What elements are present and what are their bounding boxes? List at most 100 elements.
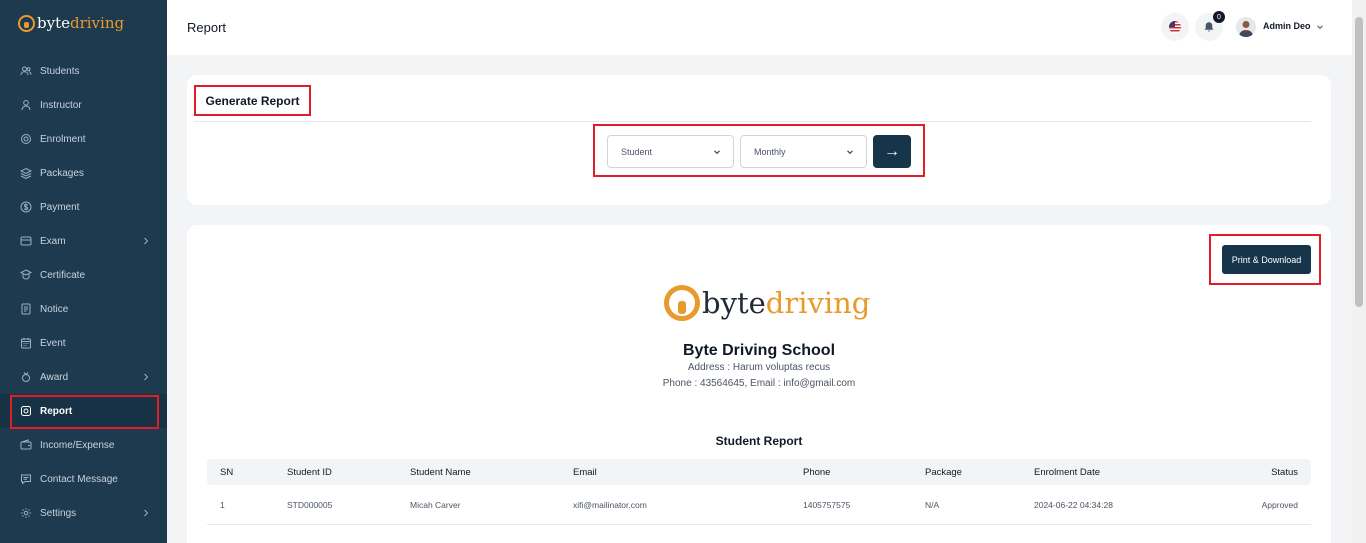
sidebar-item-label: Exam [40, 235, 66, 247]
bell-icon [1204, 22, 1214, 32]
sidebar-item-award[interactable]: Award [0, 360, 167, 394]
report-title: Student Report [715, 434, 803, 448]
column-header: SN [220, 467, 234, 478]
certificate-icon [20, 269, 32, 281]
table-cell: N/A [925, 500, 940, 510]
chevron-right-icon [144, 237, 149, 245]
generate-report-card: Generate Report Student Monthly → [187, 75, 1331, 205]
sidebar-item-instructor[interactable]: Instructor [0, 88, 167, 122]
report-type-value: Student [621, 146, 653, 157]
wallet-icon [20, 439, 32, 451]
print-download-button[interactable]: Print & Download [1222, 245, 1311, 274]
brand-text-driving: driving [69, 14, 125, 32]
sidebar-item-label: Enrolment [40, 133, 86, 145]
dollar-icon [20, 201, 32, 213]
generate-submit-button[interactable]: → [873, 135, 911, 168]
sidebar-item-event[interactable]: Event [0, 326, 167, 360]
sidebar-item-label: Income/Expense [40, 439, 115, 451]
sidebar-item-label: Instructor [40, 99, 82, 111]
table-cell: 1405757575 [803, 500, 851, 510]
arrow-right-icon: → [884, 142, 900, 160]
chevron-down-icon [847, 150, 853, 155]
report-icon [20, 405, 32, 417]
enrolment-icon [20, 133, 32, 145]
report-card: Print & Download byte driving Byte Drivin… [187, 225, 1331, 543]
sidebar-item-label: Contact Message [40, 473, 118, 485]
language-selector[interactable] [1161, 13, 1189, 41]
page-title: Report [187, 20, 227, 35]
sidebar-item-payment[interactable]: Payment [0, 190, 167, 224]
sidebar-item-label: Notice [40, 303, 69, 315]
divider [194, 121, 1311, 122]
gear-icon [20, 507, 32, 519]
chevron-right-icon [144, 509, 149, 517]
print-area: Print & Download [1209, 234, 1321, 285]
chevron-down-icon[interactable] [1316, 23, 1324, 31]
report-period-select[interactable]: Monthly [740, 135, 867, 168]
table-cell: STD000005 [287, 500, 333, 510]
column-header: Student Name [410, 467, 471, 478]
calendar-icon [20, 337, 32, 349]
column-header: Student ID [287, 467, 332, 478]
sidebar-item-enrolment[interactable]: Enrolment [0, 122, 167, 156]
report-type-select[interactable]: Student [607, 135, 734, 168]
column-header: Package [925, 467, 962, 478]
table-cell: Micah Carver [410, 500, 461, 510]
sidebar-item-label: Packages [40, 167, 84, 179]
sidebar-nav: Students Instructor Enrolment Packages P… [0, 54, 167, 530]
brand-text-byte: byte [37, 14, 70, 32]
sidebar-item-contact-message[interactable]: Contact Message [0, 462, 167, 496]
sidebar-item-label: Award [40, 371, 69, 383]
chevron-right-icon [144, 373, 149, 381]
steering-wheel-icon [18, 14, 35, 32]
us-flag-icon [1169, 21, 1181, 33]
sidebar-item-label: Settings [40, 507, 77, 519]
sidebar-item-label: Students [40, 65, 80, 77]
column-header: Status [1271, 467, 1298, 478]
school-address: Address : Harum voluptas recus [687, 362, 831, 373]
users-icon [20, 65, 32, 77]
table-header: SN Student ID Student Name Email Phone P… [207, 459, 1311, 485]
notification-count-badge: 0 [1213, 11, 1225, 23]
message-icon [20, 473, 32, 485]
sidebar: byte driving Students Instructor Enrolmen… [0, 0, 167, 543]
column-header: Phone [803, 467, 831, 478]
sidebar-item-notice[interactable]: Notice [0, 292, 167, 326]
user-icon [20, 99, 32, 111]
exam-icon [20, 235, 32, 247]
generate-report-title: Generate Report [194, 85, 311, 116]
table-row: 1 STD000005 Micah Carver xifi@mailinator… [207, 485, 1311, 525]
column-header: Enrolment Date [1034, 467, 1101, 478]
report-period-value: Monthly [754, 146, 786, 157]
page-scrollbar[interactable] [1352, 0, 1366, 543]
brand-logo[interactable]: byte driving [18, 14, 124, 32]
top-header: Report 0 Admin Deo [167, 0, 1352, 55]
award-icon [20, 371, 32, 383]
school-name: Byte Driving School [682, 342, 836, 359]
steering-wheel-icon [664, 285, 700, 321]
notice-icon [20, 303, 32, 315]
sidebar-item-income-expense[interactable]: Income/Expense [0, 428, 167, 462]
school-contact: Phone : 43564645, Email : info@gmail.com [662, 378, 856, 389]
sidebar-item-certificate[interactable]: Certificate [0, 258, 167, 292]
sidebar-item-settings[interactable]: Settings [0, 496, 167, 530]
avatar[interactable] [1236, 17, 1256, 37]
table-cell: 2024-06-22 04:34:28 [1034, 500, 1113, 510]
sidebar-item-exam[interactable]: Exam [0, 224, 167, 258]
user-avatar-icon [1239, 21, 1253, 37]
sidebar-item-report[interactable]: Report [0, 394, 167, 429]
report-controls: Student Monthly → [593, 124, 925, 177]
table-cell: Approved [1261, 500, 1298, 510]
sidebar-item-label: Certificate [40, 269, 86, 281]
table-cell: xifi@mailinator.com [573, 500, 647, 510]
user-name[interactable]: Admin Deo [1263, 21, 1311, 31]
report-logo-driving: driving [765, 286, 871, 320]
report-logo: byte driving [664, 285, 870, 321]
layers-icon [20, 167, 32, 179]
scrollbar-thumb[interactable] [1355, 17, 1363, 307]
chevron-down-icon [714, 150, 720, 155]
sidebar-item-label: Report [40, 405, 73, 417]
sidebar-item-packages[interactable]: Packages [0, 156, 167, 190]
column-header: Email [573, 467, 597, 478]
sidebar-item-students[interactable]: Students [0, 54, 167, 88]
